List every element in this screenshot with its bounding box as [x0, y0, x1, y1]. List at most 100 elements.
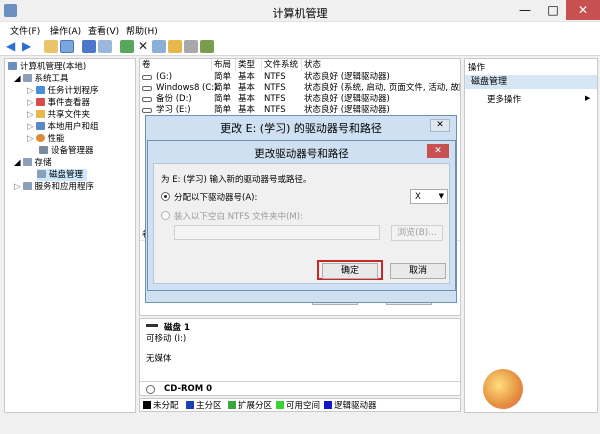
drive-letter-select[interactable]: X ▼	[410, 189, 448, 204]
show-tree-icon[interactable]	[60, 40, 74, 53]
tree-label: 磁盘管理	[49, 170, 84, 180]
column-header-status[interactable]: 状态	[302, 59, 460, 71]
chevron-right-icon[interactable]: ▷	[27, 86, 34, 96]
volume-type: 基本	[238, 83, 256, 93]
legend-item: 扩展分区	[228, 400, 272, 412]
legend-label: 未分配	[153, 401, 179, 411]
event-icon	[35, 98, 45, 106]
table-row[interactable]: Windows8 (C:) 简单 基本 NTFS 状态良好 (系统, 启动, 页…	[140, 83, 460, 94]
close-button[interactable]: ✕	[566, 0, 600, 20]
search-icon[interactable]	[184, 40, 198, 53]
help-icon[interactable]	[82, 40, 96, 53]
volume-name: 备份 (D:)	[156, 94, 192, 104]
volume-type: 基本	[238, 72, 256, 82]
legend-item: 未分配	[143, 400, 179, 412]
tree-label: 服务和应用程序	[34, 182, 95, 192]
tree-item-device-manager[interactable]: 设备管理器	[39, 145, 94, 157]
legend-label: 可用空间	[286, 401, 321, 411]
tree-item-shared-folders[interactable]: ▷ 共享文件夹	[27, 109, 90, 121]
tree-item-event-viewer[interactable]: ▷ 事件查看器	[27, 97, 90, 109]
tree-label: 系统工具	[34, 74, 69, 84]
chevron-down-icon[interactable]: ◢	[14, 74, 21, 84]
legend-bar: 未分配 主分区 扩展分区 可用空间 逻辑驱动器	[139, 398, 461, 412]
back-icon[interactable]: ◀	[6, 40, 20, 53]
folder-up-icon[interactable]	[44, 40, 58, 53]
tree-item-services-apps[interactable]: ▷ 服务和应用程序	[14, 181, 94, 193]
legend-item: 主分区	[186, 400, 222, 412]
table-row[interactable]: 备份 (D:) 简单 基本 NTFS 状态良好 (逻辑驱动器)	[140, 94, 460, 105]
chevron-right-icon[interactable]: ▷	[27, 122, 34, 132]
chevron-right-icon: ▶	[585, 94, 591, 102]
forward-icon[interactable]: ▶	[22, 40, 36, 53]
tree-item-root[interactable]: 计算机管理(本地)	[8, 61, 86, 73]
cancel-button[interactable]: 取消	[390, 263, 446, 279]
volume-filesystem: NTFS	[264, 83, 286, 93]
volume-layout: 简单	[214, 72, 232, 82]
toolbar: ◀ ▶ ✕	[0, 38, 600, 56]
disk-media: 无媒体	[146, 354, 172, 364]
computer-icon	[8, 62, 17, 70]
close-icon[interactable]: ✕	[427, 144, 449, 158]
status-bar	[0, 415, 600, 434]
table-row[interactable]: (G:) 简单 基本 NTFS 状态良好 (逻辑驱动器)	[140, 72, 460, 83]
tree-label: 共享文件夹	[47, 110, 91, 120]
tree-item-performance[interactable]: ▷ 性能	[27, 133, 65, 145]
browse-button[interactable]: 浏览(B)...	[391, 225, 443, 241]
tools-icon	[22, 74, 32, 82]
legend-label: 扩展分区	[238, 401, 273, 411]
menu-help[interactable]: 帮助(H)	[126, 24, 158, 37]
assign-letter-label[interactable]: 分配以下驱动器号(A):	[174, 191, 257, 203]
refresh-icon[interactable]	[120, 40, 134, 53]
properties-icon[interactable]	[98, 40, 112, 53]
window-title-bar: 计算机管理 — □ ✕	[0, 0, 600, 22]
drive-letter-value: X	[415, 192, 421, 202]
tree-item-local-users[interactable]: ▷ 本地用户和组	[27, 121, 99, 133]
drive-icon	[142, 75, 152, 80]
delete-icon[interactable]: ✕	[136, 40, 150, 53]
column-header-volume[interactable]: 卷	[140, 59, 212, 71]
drive-icon	[142, 108, 152, 113]
tree-item-system-tools[interactable]: ◢ 系统工具	[14, 73, 69, 85]
assign-letter-radio[interactable]	[161, 192, 170, 201]
chevron-right-icon[interactable]: ▷	[27, 110, 34, 120]
drive-icon	[142, 97, 152, 102]
tree-label: 计算机管理(本地)	[20, 62, 87, 72]
actions-section[interactable]: 磁盘管理	[465, 75, 597, 89]
settings-icon[interactable]	[200, 40, 214, 53]
ok-button[interactable]: 确定	[322, 263, 378, 279]
tree-item-disk-management[interactable]: 磁盘管理	[37, 169, 88, 181]
device-icon	[39, 146, 48, 154]
open-icon[interactable]	[168, 40, 182, 53]
menu-file[interactable]: 文件(F)	[10, 24, 40, 37]
watermark-logo	[483, 369, 523, 409]
tree-item-storage[interactable]: ◢ 存储	[14, 157, 52, 169]
radio-dot	[164, 195, 167, 198]
menu-bar: 文件(F) 操作(A) 查看(V) 帮助(H)	[0, 22, 600, 38]
minimize-button[interactable]: —	[512, 0, 538, 20]
chevron-right-icon[interactable]: ▷	[27, 134, 34, 144]
more-actions-link[interactable]: 更多操作	[487, 93, 521, 105]
mount-folder-radio[interactable]	[161, 211, 170, 220]
chevron-right-icon[interactable]: ▷	[27, 98, 34, 108]
maximize-button[interactable]: □	[540, 0, 566, 20]
dialog-prompt: 为 E: (学习) 输入新的驱动器号或路径。	[161, 175, 312, 185]
chevron-down-icon[interactable]: ◢	[14, 158, 21, 168]
column-header-type[interactable]: 类型	[236, 59, 262, 71]
menu-view[interactable]: 查看(V)	[88, 24, 119, 37]
folder-path-input[interactable]	[174, 225, 380, 240]
volume-type: 基本	[238, 94, 256, 104]
chevron-right-icon[interactable]: ▷	[14, 182, 21, 192]
change-drive-letter-inner-dialog: 更改驱动器号和路径 ✕ 为 E: (学习) 输入新的驱动器号或路径。 分配以下驱…	[147, 140, 456, 291]
volume-layout: 简单	[214, 83, 232, 93]
tree-label: 设备管理器	[51, 146, 94, 156]
menu-action[interactable]: 操作(A)	[50, 24, 81, 37]
legend-swatch	[186, 401, 194, 409]
close-icon[interactable]: ✕	[430, 119, 450, 132]
column-header-layout[interactable]: 布局	[212, 59, 236, 71]
services-icon	[22, 182, 32, 190]
properties-icon[interactable]	[152, 40, 166, 53]
mount-folder-label[interactable]: 装入以下空白 NTFS 文件夹中(M):	[174, 210, 303, 222]
tree-item-task-scheduler[interactable]: ▷ 任务计划程序	[27, 85, 99, 97]
gauge-icon	[35, 134, 45, 142]
column-header-filesystem[interactable]: 文件系统	[262, 59, 302, 71]
